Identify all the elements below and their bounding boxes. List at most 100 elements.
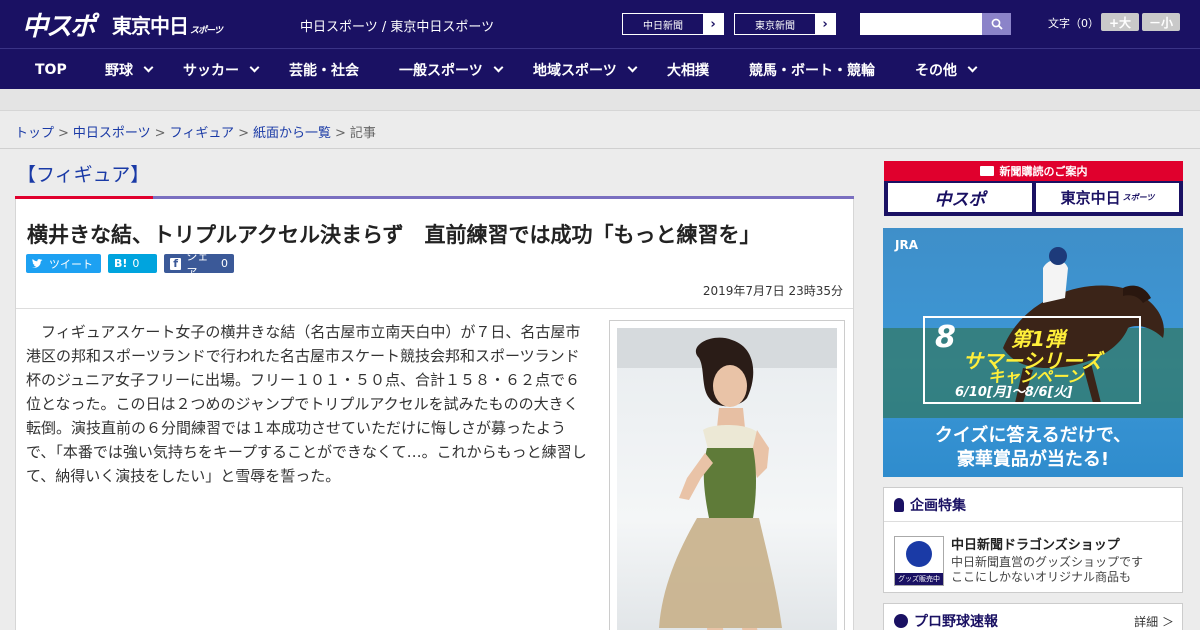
- mascot-icon: [906, 541, 932, 567]
- breadcrumb-separator: >: [154, 126, 166, 141]
- breadcrumb-separator: >: [334, 126, 346, 141]
- hatena-icon: B!: [114, 257, 128, 270]
- chevron-right-icon: ›: [815, 14, 835, 34]
- shop-description-2: ここにしかないオリジナル商品も: [951, 570, 1132, 584]
- top-header: 中スポ 東京中日 スポーツ 中日スポーツ / 東京中日スポーツ 中日新聞 › 東京…: [0, 0, 1200, 48]
- breadcrumb-chunichi-sports[interactable]: 中日スポーツ: [73, 126, 151, 141]
- breadcrumb-figure[interactable]: フィギュア: [170, 126, 234, 141]
- spacer-bar: [0, 89, 1200, 111]
- chevron-down-icon: [967, 62, 978, 73]
- breadcrumb: トップ > 中日スポーツ > フィギュア > 紙面から一覧 > 記事: [15, 122, 376, 141]
- nav-label: 地域スポーツ: [533, 62, 617, 79]
- feature-box-header: 企画特集: [884, 488, 1182, 522]
- facebook-label: シェア: [186, 249, 209, 279]
- article-photo-frame[interactable]: [609, 320, 845, 630]
- nav-baseball[interactable]: 野球: [105, 49, 154, 90]
- nav-others[interactable]: その他: [915, 49, 978, 90]
- jra-logo: JRA: [895, 238, 918, 252]
- pin-icon: [894, 497, 904, 512]
- breadcrumb-separator: >: [58, 126, 69, 141]
- chunichi-link-label: 中日新聞: [643, 20, 683, 32]
- subscribe-tokyo-sub: スポーツ: [1122, 193, 1155, 202]
- tokyo-link-label: 東京新聞: [755, 20, 795, 32]
- tweet-label: ツイート: [49, 257, 93, 271]
- nav-keiba[interactable]: 競馬・ボート・競輪: [749, 49, 875, 90]
- ad-quiz-line-2: 豪華賞品が当たる!: [956, 449, 1110, 470]
- article-headline: 横井きな結、トリプルアクセル決まらず 直前練習では成功「もっと練習を」: [27, 223, 761, 247]
- facebook-count: 0: [221, 257, 228, 270]
- baseball-scores-box: プロ野球速報 詳細 ＞: [883, 603, 1183, 630]
- nav-label: 芸能・社会: [289, 62, 359, 79]
- newspaper-icon: [979, 166, 994, 176]
- facebook-share-button[interactable]: f シェア 0: [164, 250, 234, 279]
- nav-label: 大相撲: [667, 62, 709, 79]
- divider: [0, 148, 1200, 149]
- subscription-header-label: 新聞購読のご案内: [999, 165, 1088, 178]
- dragons-shop-thumbnail[interactable]: グッズ販売中: [894, 536, 944, 586]
- campaign-period: 6/10[月]～8/6[火]: [955, 385, 1073, 400]
- facebook-icon: f: [170, 257, 182, 270]
- subscribe-tokyo-button[interactable]: 東京中日 スポーツ: [1036, 183, 1179, 212]
- search-button[interactable]: [982, 13, 1011, 35]
- main-nav: TOP 野球 サッカー 芸能・社会 一般スポーツ 地域スポーツ 大相撲 競馬・ボ…: [0, 48, 1200, 89]
- baseball-icon: [894, 613, 908, 628]
- shop-title-link[interactable]: 中日新聞ドラゴンズショップ: [951, 534, 1120, 553]
- chevron-down-icon: [493, 62, 504, 73]
- tweet-button[interactable]: ツイート: [26, 254, 101, 273]
- jra-advertisement[interactable]: JRA 8 第1弾 サマーシリーズ キャンペーン 6/10[月]～8/6[火] …: [883, 228, 1183, 477]
- breadcrumb-separator: >: [238, 126, 249, 141]
- tokyo-shimbun-link[interactable]: 東京新聞 ›: [734, 13, 836, 35]
- baseball-scores-header: プロ野球速報 詳細 ＞: [884, 604, 1182, 630]
- nav-entertainment[interactable]: 芸能・社会: [289, 49, 359, 90]
- nav-sumo[interactable]: 大相撲: [667, 49, 709, 90]
- chevron-right-icon: ›: [703, 14, 723, 34]
- chevron-down-icon: [627, 62, 638, 73]
- subscribe-tokyo-label: 東京中日: [1060, 189, 1121, 207]
- category-title: 【フィギュア】: [17, 164, 150, 186]
- search-icon: [991, 18, 1003, 30]
- search-input[interactable]: [860, 13, 982, 35]
- chevron-down-icon: [143, 62, 154, 73]
- breadcrumb-list[interactable]: 紙面から一覧: [253, 126, 331, 141]
- publish-date: 2019年7月7日 23時35分: [702, 284, 843, 298]
- subscription-panel: 新聞購読のご案内 中スポ 東京中日 スポーツ: [884, 161, 1183, 216]
- nav-label: その他: [915, 62, 957, 79]
- nav-soccer[interactable]: サッカー: [183, 49, 260, 90]
- site-name: 中日スポーツ / 東京中日スポーツ: [300, 20, 495, 35]
- nav-label: 一般スポーツ: [399, 62, 483, 79]
- ad-quiz-line-1: クイズに答えるだけで、: [934, 425, 1132, 446]
- hatena-count: 0: [132, 257, 140, 270]
- divider: [16, 308, 853, 309]
- hatena-bookmark-button[interactable]: B! 0: [108, 254, 157, 273]
- subscription-header: 新聞購読のご案内: [884, 161, 1183, 181]
- nav-label: 野球: [105, 62, 133, 79]
- baseball-title: プロ野球速報: [914, 613, 998, 630]
- nav-label: TOP: [35, 61, 67, 78]
- nav-top[interactable]: TOP: [35, 49, 67, 90]
- breadcrumb-current: 記事: [349, 126, 376, 141]
- tokyo-logo-sub: スポーツ: [190, 26, 223, 36]
- article-photo: [617, 328, 837, 630]
- subscribe-chuspo-button[interactable]: 中スポ: [888, 183, 1032, 212]
- feature-title: 企画特集: [910, 497, 966, 514]
- font-smaller-button[interactable]: －小: [1142, 13, 1180, 31]
- nav-general-sports[interactable]: 一般スポーツ: [399, 49, 504, 90]
- body-line: フィギュアスケート女子の横井きな結（名古屋市立南天白中）が７日、名古: [41, 323, 551, 341]
- chunichi-shimbun-link[interactable]: 中日新聞 ›: [622, 13, 724, 35]
- baseball-detail-link[interactable]: 詳細 ＞: [1134, 613, 1174, 630]
- font-bigger-button[interactable]: +大: [1101, 13, 1139, 31]
- article: 横井きな結、トリプルアクセル決まらず 直前練習では成功「もっと練習を」 ツイート…: [15, 199, 854, 630]
- breadcrumb-top[interactable]: トップ: [15, 126, 54, 141]
- tokyo-chunichi-logo[interactable]: 東京中日 スポーツ: [112, 10, 223, 39]
- nav-label: サッカー: [183, 62, 239, 79]
- chuspo-logo[interactable]: 中スポ: [22, 6, 96, 43]
- chevron-down-icon: [249, 62, 260, 73]
- tokyo-logo-text: 東京中日: [112, 14, 189, 38]
- feature-box: 企画特集 グッズ販売中 中日新聞ドラゴンズショップ 中日新聞直営のグッズショップ…: [883, 487, 1183, 593]
- article-body: フィギュアスケート女子の横井きな結（名古屋市立南天白中）が７日、名古屋市港区の邦…: [26, 320, 592, 488]
- shop-badge: グッズ販売中: [895, 573, 943, 585]
- nav-label: 競馬・ボート・競輪: [749, 62, 875, 79]
- twitter-icon: [32, 258, 43, 268]
- nav-local-sports[interactable]: 地域スポーツ: [533, 49, 638, 90]
- skater-figure: [617, 328, 837, 630]
